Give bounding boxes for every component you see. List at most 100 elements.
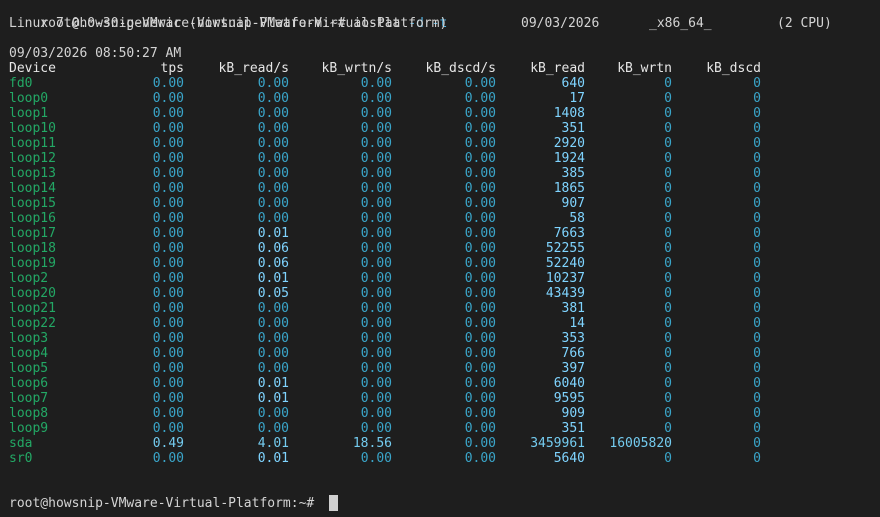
table-cell: 907 [561,196,585,211]
table-cell: 0.00 [152,196,184,211]
table-cell: 0.00 [464,391,496,406]
table-cell: 0.00 [464,76,496,91]
device-name: loop11 [9,136,56,151]
table-cell: 0.00 [257,91,289,106]
table-cell: 0.00 [152,286,184,301]
table-cell: 0.06 [257,256,289,271]
terminal-window[interactable]: root@howsnip-VMware-Virtual-Platform:~# … [0,0,880,517]
table-cell: 0.00 [360,316,392,331]
table-cell: 0 [664,181,672,196]
table-cell: 0.00 [152,391,184,406]
table-cell: 6040 [553,376,585,391]
table-cell: 385 [561,166,585,181]
table-cell: 0 [664,211,672,226]
table-cell: 0 [753,376,761,391]
report-timestamp: 09/03/2026 08:50:27 AM [9,46,182,61]
device-name: loop20 [9,286,56,301]
table-row: loop4 0.00 0.00 0.00 0.00 766 0 0 [9,346,869,361]
device-name: loop2 [9,271,49,286]
header-cell: kB_read/s [218,61,289,76]
table-cell: 0.00 [152,451,184,466]
table-cell: 0 [664,286,672,301]
table-cell: 0.00 [257,106,289,121]
table-cell: 0.00 [360,226,392,241]
table-cell: 0.00 [464,271,496,286]
table-cell: 52240 [545,256,585,271]
table-cell: 0.00 [464,166,496,181]
table-cell: 0 [753,166,761,181]
table-cell: 0.00 [152,301,184,316]
table-row: loop15 0.00 0.00 0.00 0.00 907 0 0 [9,196,869,211]
table-cell: 0.00 [257,76,289,91]
device-name: loop15 [9,196,56,211]
table-cell: 0.00 [464,316,496,331]
table-cell: 0.01 [257,271,289,286]
table-cell: 0 [753,451,761,466]
kernel-info: Linux 7.0.0-30-generic (howsnip-VMware-V… [9,16,448,31]
table-row: loop9 0.00 0.00 0.00 0.00 351 0 0 [9,421,869,436]
device-name: loop19 [9,256,56,271]
table-cell: 0.00 [257,211,289,226]
table-cell: 0.00 [360,376,392,391]
table-row: loop22 0.00 0.00 0.00 0.00 14 0 0 [9,316,869,331]
table-cell: 0.00 [360,106,392,121]
table-cell: 381 [561,301,585,316]
system-info-line: Linux 7.0.0-30-generic (howsnip-VMware-V… [9,16,879,31]
device-name: loop4 [9,346,49,361]
table-cell: 0.00 [257,136,289,151]
table-cell: 0 [664,316,672,331]
table-cell: 0.00 [257,331,289,346]
table-cell: 0.01 [257,376,289,391]
table-cell: 14 [569,316,585,331]
table-cell: 0.00 [257,406,289,421]
table-cell: 0.00 [464,196,496,211]
table-cell: 52255 [545,241,585,256]
device-name: loop22 [9,316,56,331]
table-cell: 0.00 [152,406,184,421]
table-cell: 3459961 [530,436,585,451]
table-cell: 0.00 [152,346,184,361]
table-cell: 0.00 [257,301,289,316]
table-cell: 0.00 [360,271,392,286]
table-cell: 5640 [553,451,585,466]
table-row: loop18 0.00 0.06 0.00 0.00 52255 0 0 [9,241,869,256]
table-cell: 0 [753,271,761,286]
table-cell: 0 [664,421,672,436]
table-cell: 0 [664,151,672,166]
table-cell: 0 [664,241,672,256]
table-cell: 1924 [553,151,585,166]
table-cell: 0.00 [257,181,289,196]
table-cell: 0.49 [152,436,184,451]
table-cell: 0.00 [152,151,184,166]
table-cell: 0.01 [257,391,289,406]
table-row: loop5 0.00 0.00 0.00 0.00 397 0 0 [9,361,869,376]
table-cell: 0.00 [464,331,496,346]
table-cell: 0.00 [464,121,496,136]
table-cell: 0.00 [464,91,496,106]
table-cell: 0 [753,151,761,166]
table-cell: 0.00 [464,301,496,316]
device-name: loop13 [9,166,56,181]
table-row: loop8 0.00 0.00 0.00 0.00 909 0 0 [9,406,869,421]
table-row: loop14 0.00 0.00 0.00 0.00 1865 0 0 [9,181,869,196]
device-name: loop12 [9,151,56,166]
table-cell: 10237 [545,271,585,286]
table-cell: 0.00 [360,76,392,91]
table-header: Device tps kB_read/s kB_wrtn/s kB_dscd/s kB_r… [9,61,869,76]
table-cell: 0.00 [360,406,392,421]
table-row: loop0 0.00 0.00 0.00 0.00 17 0 0 [9,91,869,106]
device-name: loop7 [9,391,49,406]
table-cell: 0 [753,346,761,361]
table-row: sda 0.49 4.01 18.56 0.00 3459961 16005820 0 [9,436,869,451]
table-cell: 397 [561,361,585,376]
table-cell: 0.00 [360,151,392,166]
command-line: root@howsnip-VMware-Virtual-Platform:~# … [9,1,447,31]
table-cell: 0.00 [464,106,496,121]
system-arch: _x86_64_ [649,16,712,31]
bottom-prompt: root@howsnip-VMware-Virtual-Platform:~# [9,496,315,511]
device-name: loop18 [9,241,56,256]
table-cell: 0.00 [360,256,392,271]
header-device: Device [9,61,56,76]
table-cell: 0 [664,301,672,316]
table-cell: 0 [753,421,761,436]
